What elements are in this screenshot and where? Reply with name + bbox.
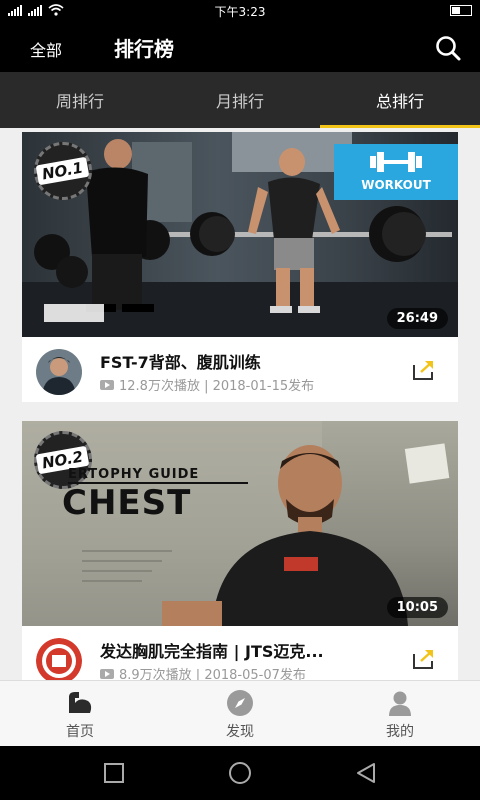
compass-icon xyxy=(227,690,253,716)
nav-label-home: 首页 xyxy=(66,724,94,740)
back-icon[interactable] xyxy=(354,761,378,785)
share-icon[interactable] xyxy=(412,359,436,381)
workout-badge: WORKOUT xyxy=(334,144,458,200)
arm-icon xyxy=(69,692,92,713)
thumbnail-subtitle: ERTOPHY GUIDE xyxy=(68,467,248,484)
all-categories-button[interactable]: 全部 xyxy=(30,37,62,61)
rank-badge: NO.1 xyxy=(34,142,92,200)
tab-monthly[interactable]: 月排行 xyxy=(160,72,320,128)
video-info: FST-7背部、腹肌训练 12.8万次播放 | 2018-01-15发布 xyxy=(22,337,458,402)
search-icon[interactable] xyxy=(434,34,462,62)
video-card[interactable]: NO.2 ERTOPHY GUIDE CHEST 10:05 发达胸肌完全指南 … xyxy=(22,421,458,680)
video-info: 发达胸肌完全指南 | JTS迈克... 8.9万次播放 | 2018-05-07… xyxy=(22,626,458,680)
channel-avatar[interactable] xyxy=(36,349,82,395)
tab-all-time[interactable]: 总排行 xyxy=(320,72,480,128)
app-header: 全部 排行榜 xyxy=(0,22,480,72)
video-duration: 10:05 xyxy=(386,597,448,618)
video-thumbnail[interactable]: NO.1 WORKOUT 26:49 xyxy=(22,132,458,337)
user-icon xyxy=(389,691,411,716)
video-meta: 12.8万次播放 | 2018-01-15发布 xyxy=(100,375,314,394)
status-bar: 下午3:23 xyxy=(0,0,480,22)
system-nav-bar xyxy=(0,746,480,800)
nav-item-profile[interactable]: 我的 xyxy=(320,681,480,746)
share-icon[interactable] xyxy=(412,648,436,670)
status-time: 下午3:23 xyxy=(214,5,266,19)
thumbnail-title: CHEST xyxy=(62,483,192,523)
video-duration: 26:49 xyxy=(386,308,448,329)
video-title[interactable]: FST-7背部、腹肌训练 xyxy=(100,349,390,373)
video-title[interactable]: 发达胸肌完全指南 | JTS迈克... xyxy=(100,638,390,662)
home-icon[interactable] xyxy=(228,761,252,785)
play-count-icon xyxy=(100,668,114,679)
play-count-icon xyxy=(100,379,114,390)
nav-label-discover: 发现 xyxy=(226,724,254,740)
nav-item-discover[interactable]: 发现 xyxy=(160,681,320,746)
ranking-tabs: 周排行 月排行 总排行 xyxy=(0,72,480,128)
video-meta-text: 8.9万次播放 | 2018-05-07发布 xyxy=(119,668,306,680)
video-thumbnail[interactable]: NO.2 ERTOPHY GUIDE CHEST 10:05 xyxy=(22,421,458,626)
recent-apps-icon[interactable] xyxy=(102,761,126,785)
bottom-nav: 首页 发现 我的 xyxy=(0,680,480,746)
workout-label: WORKOUT xyxy=(361,178,431,192)
dumbbell-icon xyxy=(370,152,422,172)
video-list: NO.1 WORKOUT 26:49 FST-7背部、腹肌训练 12.8万次播放… xyxy=(0,128,480,680)
video-meta-text: 12.8万次播放 | 2018-01-15发布 xyxy=(119,379,315,394)
nav-item-home[interactable]: 首页 xyxy=(0,681,160,746)
nav-label-profile: 我的 xyxy=(386,724,414,740)
video-card[interactable]: NO.1 WORKOUT 26:49 FST-7背部、腹肌训练 12.8万次播放… xyxy=(22,132,458,402)
page-title: 排行榜 xyxy=(114,37,174,61)
battery-icon xyxy=(450,5,472,16)
tab-weekly[interactable]: 周排行 xyxy=(0,72,160,128)
video-meta: 8.9万次播放 | 2018-05-07发布 xyxy=(100,664,306,680)
channel-avatar[interactable] xyxy=(36,638,82,680)
